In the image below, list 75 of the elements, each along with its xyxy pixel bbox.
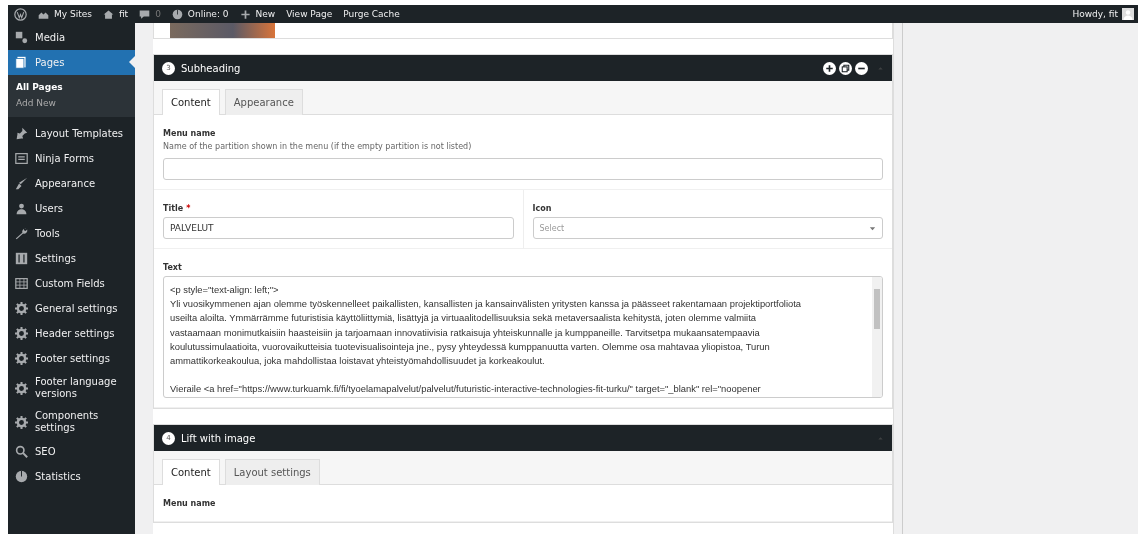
pie-chart-icon <box>171 8 183 20</box>
plus-icon <box>239 8 251 20</box>
input-field[interactable] <box>163 158 883 180</box>
field-label: Menu name <box>163 129 217 138</box>
sidebar-item[interactable]: Custom Fields <box>8 271 135 296</box>
gear-icon <box>15 415 28 429</box>
sliders-icon <box>15 252 28 265</box>
sidebar-item[interactable]: Tools <box>8 221 135 246</box>
section-title: Subheading <box>181 62 242 74</box>
sidebar-item[interactable]: Users <box>8 196 135 221</box>
field-label: Title <box>163 204 184 213</box>
gear-icon <box>15 327 28 340</box>
wrench-icon <box>15 227 28 240</box>
minus-icon[interactable] <box>855 61 868 75</box>
grid-icon <box>15 277 28 290</box>
add-icon[interactable] <box>823 61 836 75</box>
sidebar-item[interactable]: Statistics <box>8 464 135 489</box>
sidebar-item[interactable]: Appearance <box>8 171 135 196</box>
tab[interactable]: Layout settings <box>224 459 320 485</box>
sidebar-item[interactable]: Components settings <box>8 405 135 439</box>
pie-chart-icon <box>15 470 28 483</box>
submenu-item[interactable]: Add New <box>8 95 64 111</box>
admin-bar-link[interactable]: View Page <box>286 9 333 19</box>
sidebar-item[interactable]: SEO <box>8 439 135 464</box>
admin-bar-link[interactable]: Online: 0 <box>171 8 229 20</box>
help-text: Name of the partition shown in the menu (if the empty partition is not listed) <box>163 142 473 151</box>
admin-bar-link[interactable]: My Sites <box>38 8 92 20</box>
field-label: Icon <box>532 204 553 213</box>
home-icon <box>102 8 114 20</box>
text-line: Yli vuosikymmenen ajan olemme työskennelleet paikallisten, kansallisten ja kansainvälisten yritysten kanssa ja päässeet rakentamaan projektiportfoliota <box>170 297 803 312</box>
sidebar-item[interactable]: Footer settings <box>8 346 135 371</box>
media-icon <box>15 31 28 44</box>
wordpress-logo-icon[interactable] <box>14 7 27 21</box>
form-icon <box>15 152 28 165</box>
text-line: koulutussimulaatioita, vuorovaikutteisia tuotevisualisointeja jne., pysy yhteydessä kumppanuutta varten. Olemme osa mahtavaa yliopistoa, Turun <box>170 339 771 354</box>
admin-bar-link[interactable]: Purge Cache <box>343 9 400 19</box>
field-label: Text <box>163 263 183 272</box>
sidebar-item[interactable]: Settings <box>8 246 135 271</box>
gear-icon <box>15 302 28 315</box>
sidebar-item[interactable]: Footer language versions <box>8 371 135 405</box>
gear-icon <box>15 352 28 365</box>
sidebar-item[interactable]: Header settings <box>8 321 135 346</box>
input-field[interactable]: PALVELUT <box>163 217 514 239</box>
admin-bar-link[interactable]: 0 <box>139 8 161 20</box>
required-mark: * <box>186 204 191 213</box>
pin-icon <box>15 127 28 140</box>
gear-icon <box>15 381 28 395</box>
sidebar-item[interactable]: Media <box>8 25 135 50</box>
admin-bar-link[interactable]: fit <box>102 8 129 20</box>
duplicate-icon[interactable] <box>839 61 852 75</box>
field-label: Menu name <box>163 499 217 508</box>
submenu-item[interactable]: All Pages <box>8 79 71 95</box>
sidebar-item[interactable]: General settings <box>8 296 135 321</box>
text-line: ammattikorkeakoulua, joka mahdollistaa loistavat yhteistyömahdollisuudet ja korkeakoulut. <box>170 354 546 368</box>
pages-icon <box>15 56 28 69</box>
text-line: vastaamaan monimutkaisiin haasteisiin ja tarjoamaan innovatiivisia ratkaisuja yhteiskunnalle ja kumppaneille. Tarvitsetpa mukaansatempaavia <box>170 325 761 340</box>
text-line: Vieraile <a href="https://www.turkuamk.fi/fi/tyoelamapalvelut/palvelut/futuristic-interactive-technologies-fit-turku/" target="_blank" rel="noopener <box>170 382 762 397</box>
tab[interactable]: Content <box>162 459 220 485</box>
greeting-link[interactable]: Howdy, fit <box>1072 9 1118 19</box>
text-line: <p style="text-align: left;"> <box>170 283 280 297</box>
text-area[interactable] <box>163 276 883 398</box>
dropdown-caret-icon <box>869 224 876 232</box>
user-icon <box>15 202 28 215</box>
search-icon <box>15 445 28 458</box>
text-line: useilta aloilta. Ymmärrämme futuristisia käyttöliittymiä, lisättyjä ja virtuaalitodellisuuksia sekä metaversaalista kehitystä, joten olemme valmiita <box>170 311 757 326</box>
sidebar-item[interactable]: Ninja Forms <box>8 146 135 171</box>
admin-bar-link[interactable]: New <box>239 8 276 20</box>
tab[interactable]: Appearance <box>224 89 303 115</box>
scrollbar[interactable] <box>872 277 882 397</box>
sidebar-item[interactable]: Pages <box>8 50 135 75</box>
brush-icon <box>15 177 28 190</box>
comment-icon <box>139 8 151 20</box>
section-title: Lift with image <box>181 432 257 444</box>
sidebar-item[interactable]: Layout Templates <box>8 121 135 146</box>
tab[interactable]: Content <box>162 89 220 115</box>
